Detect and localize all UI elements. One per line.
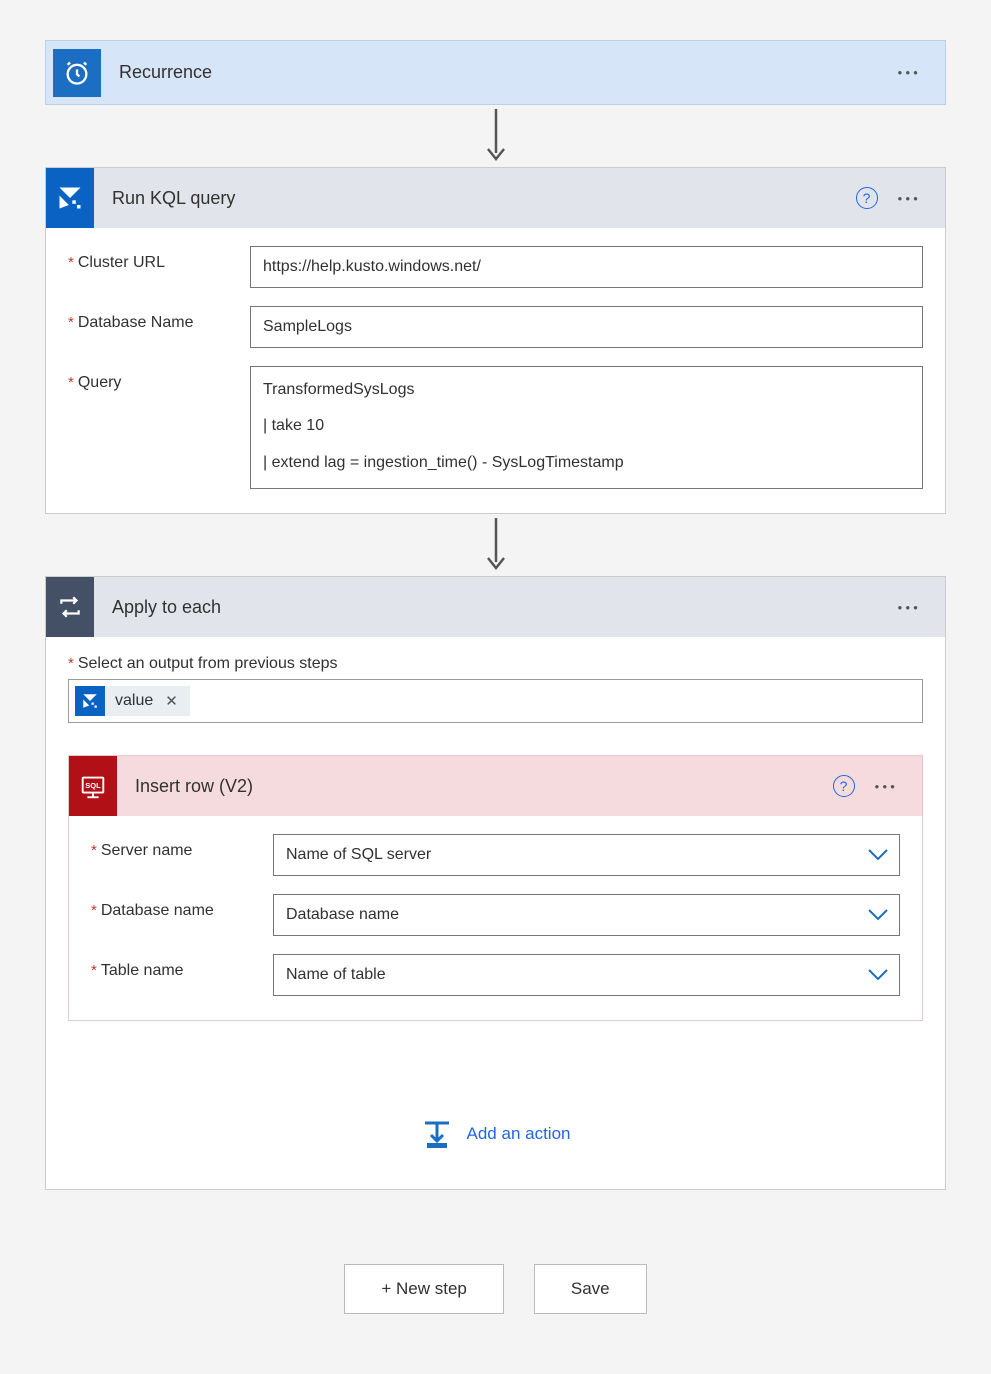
- insert-row-title: Insert row (V2): [135, 776, 833, 797]
- server-name-select[interactable]: Name of SQL server: [273, 834, 900, 876]
- query-label: *Query: [68, 366, 250, 392]
- connector-arrow: [45, 105, 946, 167]
- db-name-select[interactable]: Database name: [273, 894, 900, 936]
- recurrence-more-icon[interactable]: ●●●: [896, 62, 924, 83]
- table-name-select[interactable]: Name of table: [273, 954, 900, 996]
- database-name-label: *Database Name: [68, 306, 250, 332]
- cluster-url-label: *Cluster URL: [68, 246, 250, 272]
- kusto-icon: [46, 168, 94, 228]
- save-button[interactable]: Save: [534, 1264, 647, 1314]
- clock-icon: [53, 49, 101, 97]
- query-input[interactable]: TransformedSysLogs | take 10 | extend la…: [250, 366, 923, 489]
- svg-text:SQL: SQL: [85, 781, 101, 790]
- chevron-down-icon: [867, 968, 889, 982]
- apply-header[interactable]: Apply to each ●●●: [46, 577, 945, 637]
- new-step-button[interactable]: + New step: [344, 1264, 504, 1314]
- sql-icon: SQL: [69, 756, 117, 816]
- kusto-icon: [75, 686, 105, 716]
- add-action-button[interactable]: Add an action: [68, 1119, 923, 1149]
- connector-arrow: [45, 514, 946, 576]
- apply-more-icon[interactable]: ●●●: [896, 597, 924, 618]
- select-output-label: *Select an output from previous steps: [68, 655, 923, 673]
- kql-more-icon[interactable]: ●●●: [896, 188, 924, 209]
- insert-row-step: SQL Insert row (V2) ? ●●● *Server name N…: [68, 755, 923, 1021]
- recurrence-step[interactable]: Recurrence ●●●: [45, 40, 946, 105]
- help-icon[interactable]: ?: [856, 187, 878, 209]
- help-icon[interactable]: ?: [833, 775, 855, 797]
- loop-icon: [46, 577, 94, 637]
- cluster-url-input[interactable]: [250, 246, 923, 288]
- value-token[interactable]: value ✕: [75, 686, 190, 716]
- recurrence-title: Recurrence: [119, 62, 896, 83]
- apply-to-each-step: Apply to each ●●● *Select an output from…: [45, 576, 946, 1190]
- table-name-label: *Table name: [91, 954, 273, 980]
- kql-title: Run KQL query: [112, 188, 856, 209]
- kql-header[interactable]: Run KQL query ? ●●●: [46, 168, 945, 228]
- kql-step: Run KQL query ? ●●● *Cluster URL *Databa…: [45, 167, 946, 514]
- server-name-label: *Server name: [91, 834, 273, 860]
- insert-step-icon: [421, 1119, 453, 1149]
- remove-token-icon[interactable]: ✕: [163, 692, 180, 710]
- db-name-label: *Database name: [91, 894, 273, 920]
- insert-row-header[interactable]: SQL Insert row (V2) ? ●●●: [69, 756, 922, 816]
- recurrence-header[interactable]: Recurrence ●●●: [46, 41, 945, 104]
- chevron-down-icon: [867, 848, 889, 862]
- select-output-input[interactable]: value ✕: [68, 679, 923, 723]
- database-name-input[interactable]: [250, 306, 923, 348]
- insert-more-icon[interactable]: ●●●: [873, 776, 901, 797]
- chevron-down-icon: [867, 908, 889, 922]
- apply-title: Apply to each: [112, 597, 896, 618]
